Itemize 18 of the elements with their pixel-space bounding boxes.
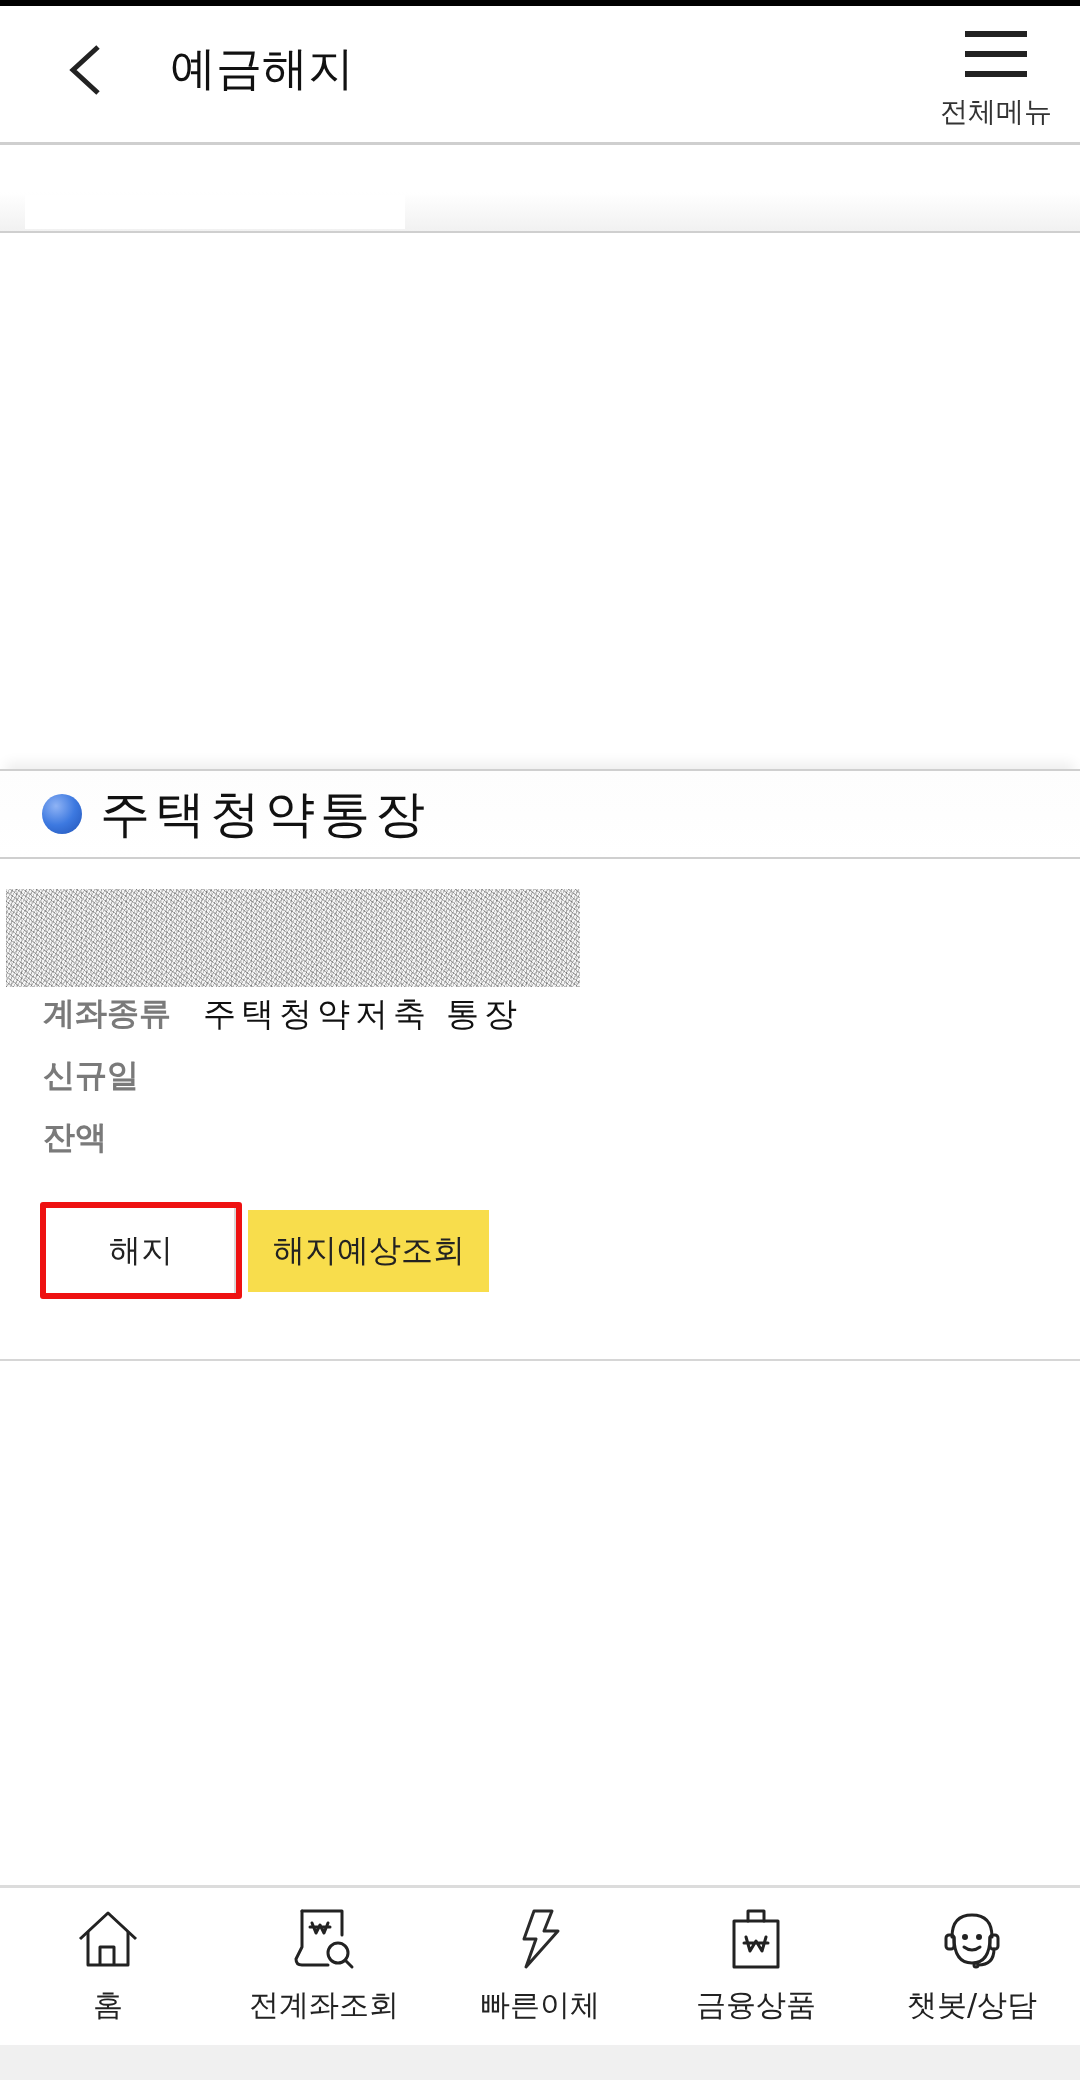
detail-label: 잔액 [43, 1117, 108, 1158]
page-title: 예금해지 [170, 40, 354, 97]
nav-item[interactable]: 빠른이체 [480, 1907, 600, 2026]
document-search-icon [292, 1907, 356, 1971]
account-title: 주택청약통장 [100, 783, 430, 845]
back-icon[interactable] [68, 44, 102, 96]
detail-label: 신규일 [43, 1055, 140, 1096]
estimate-button[interactable]: 해지예상조회 [248, 1209, 489, 1292]
nav-item[interactable]: 금융상품 [696, 1907, 816, 2026]
cancel-button[interactable]: 해지 [40, 1202, 242, 1299]
nav-item[interactable]: 전계좌조회 [249, 1907, 399, 2026]
nav-item[interactable]: 홈 [76, 1907, 140, 2026]
detail-value: 주택청약저축 통장 [203, 992, 523, 1035]
bullet-icon [42, 794, 82, 834]
nav-item[interactable]: 챗봇/상담 [906, 1907, 1038, 2026]
full-menu-button[interactable]: 전체메뉴 [940, 31, 1052, 131]
detail-label: 계좌종류 [43, 993, 172, 1034]
menu-icon [965, 31, 1027, 77]
